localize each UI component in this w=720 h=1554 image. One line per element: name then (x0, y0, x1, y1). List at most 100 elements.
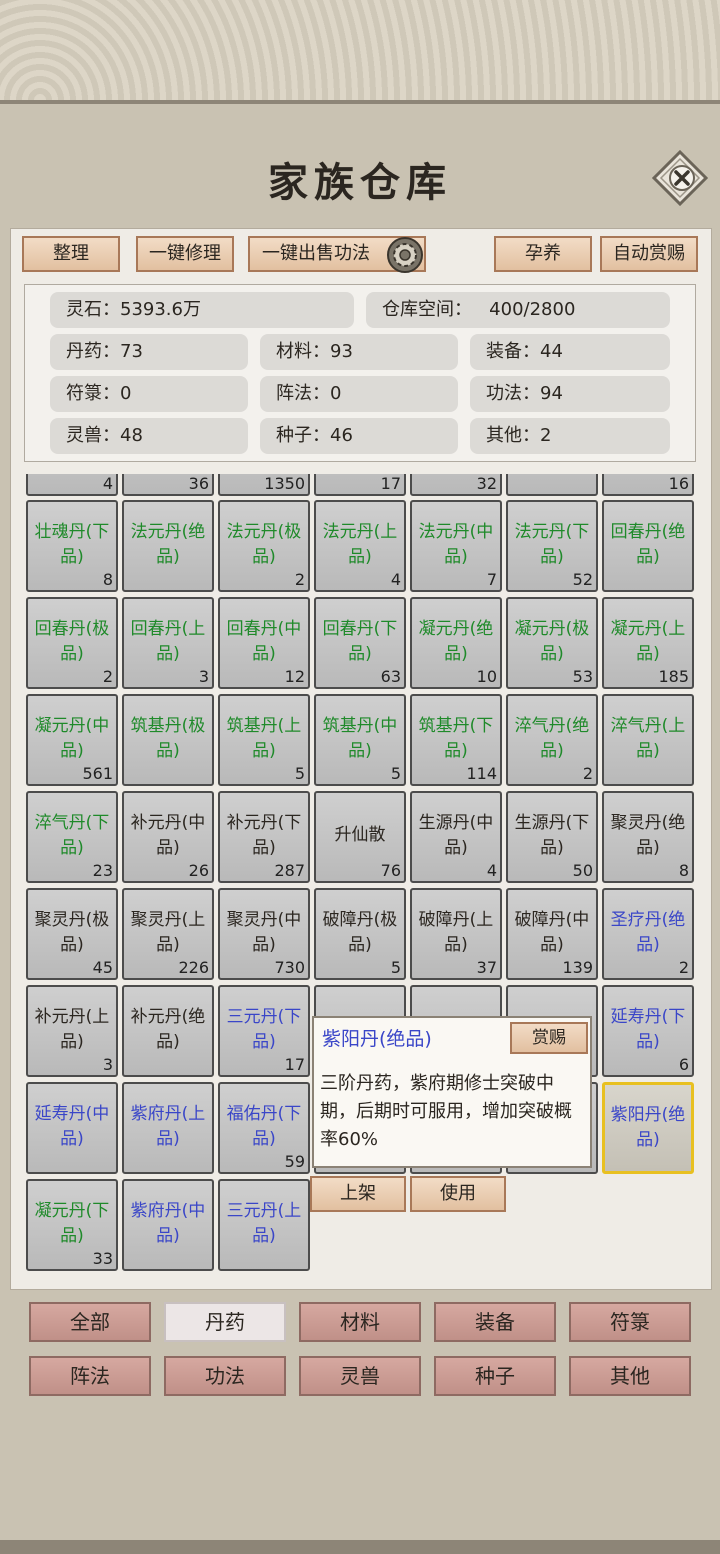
item-cell[interactable]: 筑基丹(中品) 5 (314, 694, 406, 786)
stat-techniques: 功法：94 (470, 376, 670, 412)
spirit-stone-stat: 灵石：5393.6万 (50, 292, 354, 328)
tab-9[interactable]: 其他 (569, 1356, 691, 1396)
item-count: 3 (102, 1055, 113, 1074)
item-cell[interactable]: 升仙散 76 (314, 791, 406, 883)
item-cell[interactable]: 圣疗丹(绝品) 2 (602, 888, 694, 980)
item-cell[interactable]: 聚灵丹(中品) 730 (218, 888, 310, 980)
item-cell-partial[interactable]: 36 (122, 474, 214, 496)
item-cell[interactable]: 延寿丹(中品) (26, 1082, 118, 1174)
sort-button[interactable]: 整理 (22, 236, 120, 272)
item-cell[interactable]: 延寿丹(下品) 6 (602, 985, 694, 1077)
item-name: 凝元丹(下品) (34, 1201, 110, 1246)
item-name: 补元丹(上品) (34, 1007, 110, 1052)
item-cell[interactable]: 回春丹(中品) 12 (218, 597, 310, 689)
item-cell[interactable]: 聚灵丹(极品) 45 (26, 888, 118, 980)
item-count: 17 (380, 474, 401, 493)
tab-3[interactable]: 装备 (434, 1302, 556, 1342)
item-name: 生源丹(中品) (418, 813, 494, 858)
item-cell-partial[interactable]: 1350 (218, 474, 310, 496)
item-cell[interactable]: 补元丹(绝品) (122, 985, 214, 1077)
item-cell[interactable]: 福佑丹(下品) 59 (218, 1082, 310, 1174)
tab-0[interactable]: 全部 (29, 1302, 151, 1342)
item-cell[interactable]: 补元丹(上品) 3 (26, 985, 118, 1077)
item-cell[interactable]: 凝元丹(下品) 33 (26, 1179, 118, 1271)
tab-8[interactable]: 种子 (434, 1356, 556, 1396)
repair-all-button[interactable]: 一键修理 (136, 236, 234, 272)
item-name: 升仙散 (334, 825, 386, 845)
item-cell[interactable]: 补元丹(中品) 26 (122, 791, 214, 883)
item-count: 26 (188, 861, 209, 880)
item-cell-partial[interactable] (506, 474, 598, 496)
item-count: 59 (284, 1152, 305, 1171)
item-cell[interactable]: 淬气丹(上品) (602, 694, 694, 786)
stat-materials: 材料：93 (260, 334, 458, 370)
item-cell[interactable]: 补元丹(下品) 287 (218, 791, 310, 883)
item-cell[interactable]: 紫府丹(上品) (122, 1082, 214, 1174)
item-count: 2 (294, 570, 305, 589)
item-cell-partial[interactable]: 4 (26, 474, 118, 496)
item-cell[interactable]: 回春丹(极品) 2 (26, 597, 118, 689)
item-cell[interactable]: 壮魂丹(下品) 8 (26, 500, 118, 592)
list-for-sale-button[interactable]: 上架 (310, 1176, 406, 1212)
nurture-button[interactable]: 孕养 (494, 236, 592, 272)
item-cell[interactable]: 法元丹(下品) 52 (506, 500, 598, 592)
tab-2[interactable]: 材料 (299, 1302, 421, 1342)
item-name: 法元丹(上品) (322, 522, 398, 567)
item-name: 法元丹(中品) (418, 522, 494, 567)
decorative-header-band (0, 0, 720, 104)
item-cell[interactable]: 回春丹(绝品) (602, 500, 694, 592)
item-cell[interactable]: 生源丹(下品) 50 (506, 791, 598, 883)
item-cell-partial[interactable]: 32 (410, 474, 502, 496)
gear-icon[interactable] (386, 236, 424, 274)
item-cell[interactable]: 法元丹(上品) 4 (314, 500, 406, 592)
item-name: 补元丹(下品) (226, 813, 302, 858)
item-cell[interactable]: 凝元丹(中品) 561 (26, 694, 118, 786)
item-name: 紫府丹(中品) (130, 1201, 206, 1246)
item-cell[interactable]: 三元丹(上品) (218, 1179, 310, 1271)
use-button[interactable]: 使用 (410, 1176, 506, 1212)
item-cell[interactable]: 凝元丹(极品) 53 (506, 597, 598, 689)
item-cell[interactable]: 破障丹(上品) 37 (410, 888, 502, 980)
item-cell[interactable]: 法元丹(绝品) (122, 500, 214, 592)
stat-pills: 丹药：73 (50, 334, 248, 370)
item-cell-partial[interactable]: 17 (314, 474, 406, 496)
item-count: 16 (668, 474, 689, 493)
tab-7[interactable]: 灵兽 (299, 1356, 421, 1396)
item-cell[interactable]: 破障丹(极品) 5 (314, 888, 406, 980)
item-cell[interactable]: 筑基丹(下品) 114 (410, 694, 502, 786)
item-cell[interactable]: 淬气丹(绝品) 2 (506, 694, 598, 786)
item-cell[interactable]: 凝元丹(上品) 185 (602, 597, 694, 689)
item-count: 114 (466, 764, 497, 783)
tab-1[interactable]: 丹药 (164, 1302, 286, 1342)
item-cell[interactable]: 回春丹(下品) 63 (314, 597, 406, 689)
item-cell[interactable]: 紫府丹(中品) (122, 1179, 214, 1271)
stat-beasts: 灵兽：48 (50, 418, 248, 454)
auto-reward-button[interactable]: 自动赏赐 (600, 236, 698, 272)
item-name: 延寿丹(中品) (34, 1104, 110, 1149)
item-count: 5 (390, 764, 401, 783)
tab-4[interactable]: 符箓 (569, 1302, 691, 1342)
tab-6[interactable]: 功法 (164, 1356, 286, 1396)
item-cell[interactable]: 聚灵丹(绝品) 8 (602, 791, 694, 883)
item-cell[interactable]: 淬气丹(下品) 23 (26, 791, 118, 883)
item-cell[interactable]: 筑基丹(极品) (122, 694, 214, 786)
item-cell[interactable]: 破障丹(中品) 139 (506, 888, 598, 980)
tab-5[interactable]: 阵法 (29, 1356, 151, 1396)
item-count: 4 (486, 861, 497, 880)
item-cell-partial[interactable]: 16 (602, 474, 694, 496)
item-cell[interactable]: 聚灵丹(上品) 226 (122, 888, 214, 980)
item-cell[interactable]: 法元丹(中品) 7 (410, 500, 502, 592)
item-cell[interactable]: 三元丹(下品) 17 (218, 985, 310, 1077)
item-count: 32 (476, 474, 497, 493)
item-cell[interactable]: 筑基丹(上品) 5 (218, 694, 310, 786)
storage-space-stat: 仓库空间： 400/2800 (366, 292, 670, 328)
item-count: 37 (476, 958, 497, 977)
close-button[interactable] (651, 149, 709, 207)
stat-talismans: 符箓：0 (50, 376, 248, 412)
item-cell[interactable]: 法元丹(极品) 2 (218, 500, 310, 592)
item-cell[interactable]: 回春丹(上品) 3 (122, 597, 214, 689)
reward-button[interactable]: 赏赐 (510, 1022, 588, 1054)
item-cell[interactable]: 生源丹(中品) 4 (410, 791, 502, 883)
item-cell[interactable]: 凝元丹(绝品) 10 (410, 597, 502, 689)
item-cell-selected[interactable]: 紫阳丹(绝品) (602, 1082, 694, 1174)
